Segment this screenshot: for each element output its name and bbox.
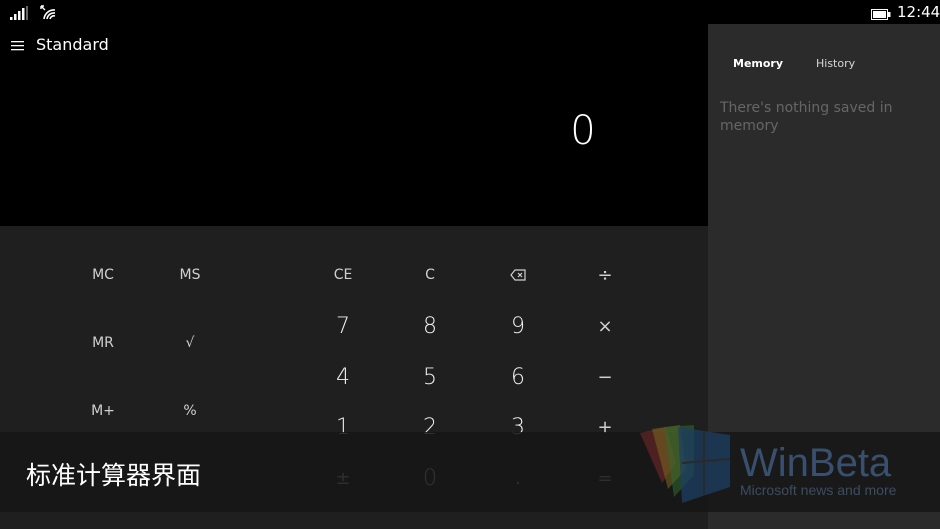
memory-add-button[interactable]: M+ (63, 386, 143, 436)
divide-button[interactable]: ÷ (565, 250, 645, 300)
digit-5-button[interactable]: 5 (390, 352, 470, 402)
result-display: 0 (570, 108, 596, 154)
winbeta-tagline: Microsoft news and more (740, 482, 897, 498)
tab-history[interactable]: History (816, 57, 855, 70)
backspace-icon (510, 269, 526, 281)
clock: 12:44 (897, 3, 940, 21)
clear-button[interactable]: C (390, 250, 470, 300)
backspace-button[interactable] (478, 250, 558, 300)
signal-strength-icon (10, 6, 28, 20)
digit-6-button[interactable]: 6 (478, 352, 558, 402)
digit-9-button[interactable]: 9 (478, 301, 558, 351)
digit-8-button[interactable]: 8 (390, 301, 470, 351)
square-root-button[interactable]: √ (150, 318, 230, 368)
hamburger-icon[interactable] (11, 40, 25, 52)
mode-title: Standard (36, 35, 109, 54)
memory-store-button[interactable]: MS (150, 250, 230, 300)
winbeta-logo-icon (640, 425, 731, 503)
multiply-button[interactable]: × (565, 301, 645, 351)
memory-clear-button[interactable]: MC (63, 250, 143, 300)
percent-button[interactable]: % (150, 386, 230, 436)
clear-entry-button[interactable]: CE (303, 250, 383, 300)
digit-4-button[interactable]: 4 (303, 352, 383, 402)
memory-recall-button[interactable]: MR (63, 318, 143, 368)
memory-empty-message: There's nothing saved in memory (720, 100, 893, 134)
caption-text: 标准计算器界面 (26, 461, 202, 490)
winbeta-wordmark: WinBeta (740, 441, 892, 485)
wifi-icon (40, 5, 56, 20)
digit-7-button[interactable]: 7 (303, 301, 383, 351)
subtract-button[interactable]: − (565, 352, 645, 402)
tab-memory[interactable]: Memory (733, 57, 783, 70)
status-bar: 12:44 (0, 0, 940, 24)
battery-icon (871, 9, 891, 20)
